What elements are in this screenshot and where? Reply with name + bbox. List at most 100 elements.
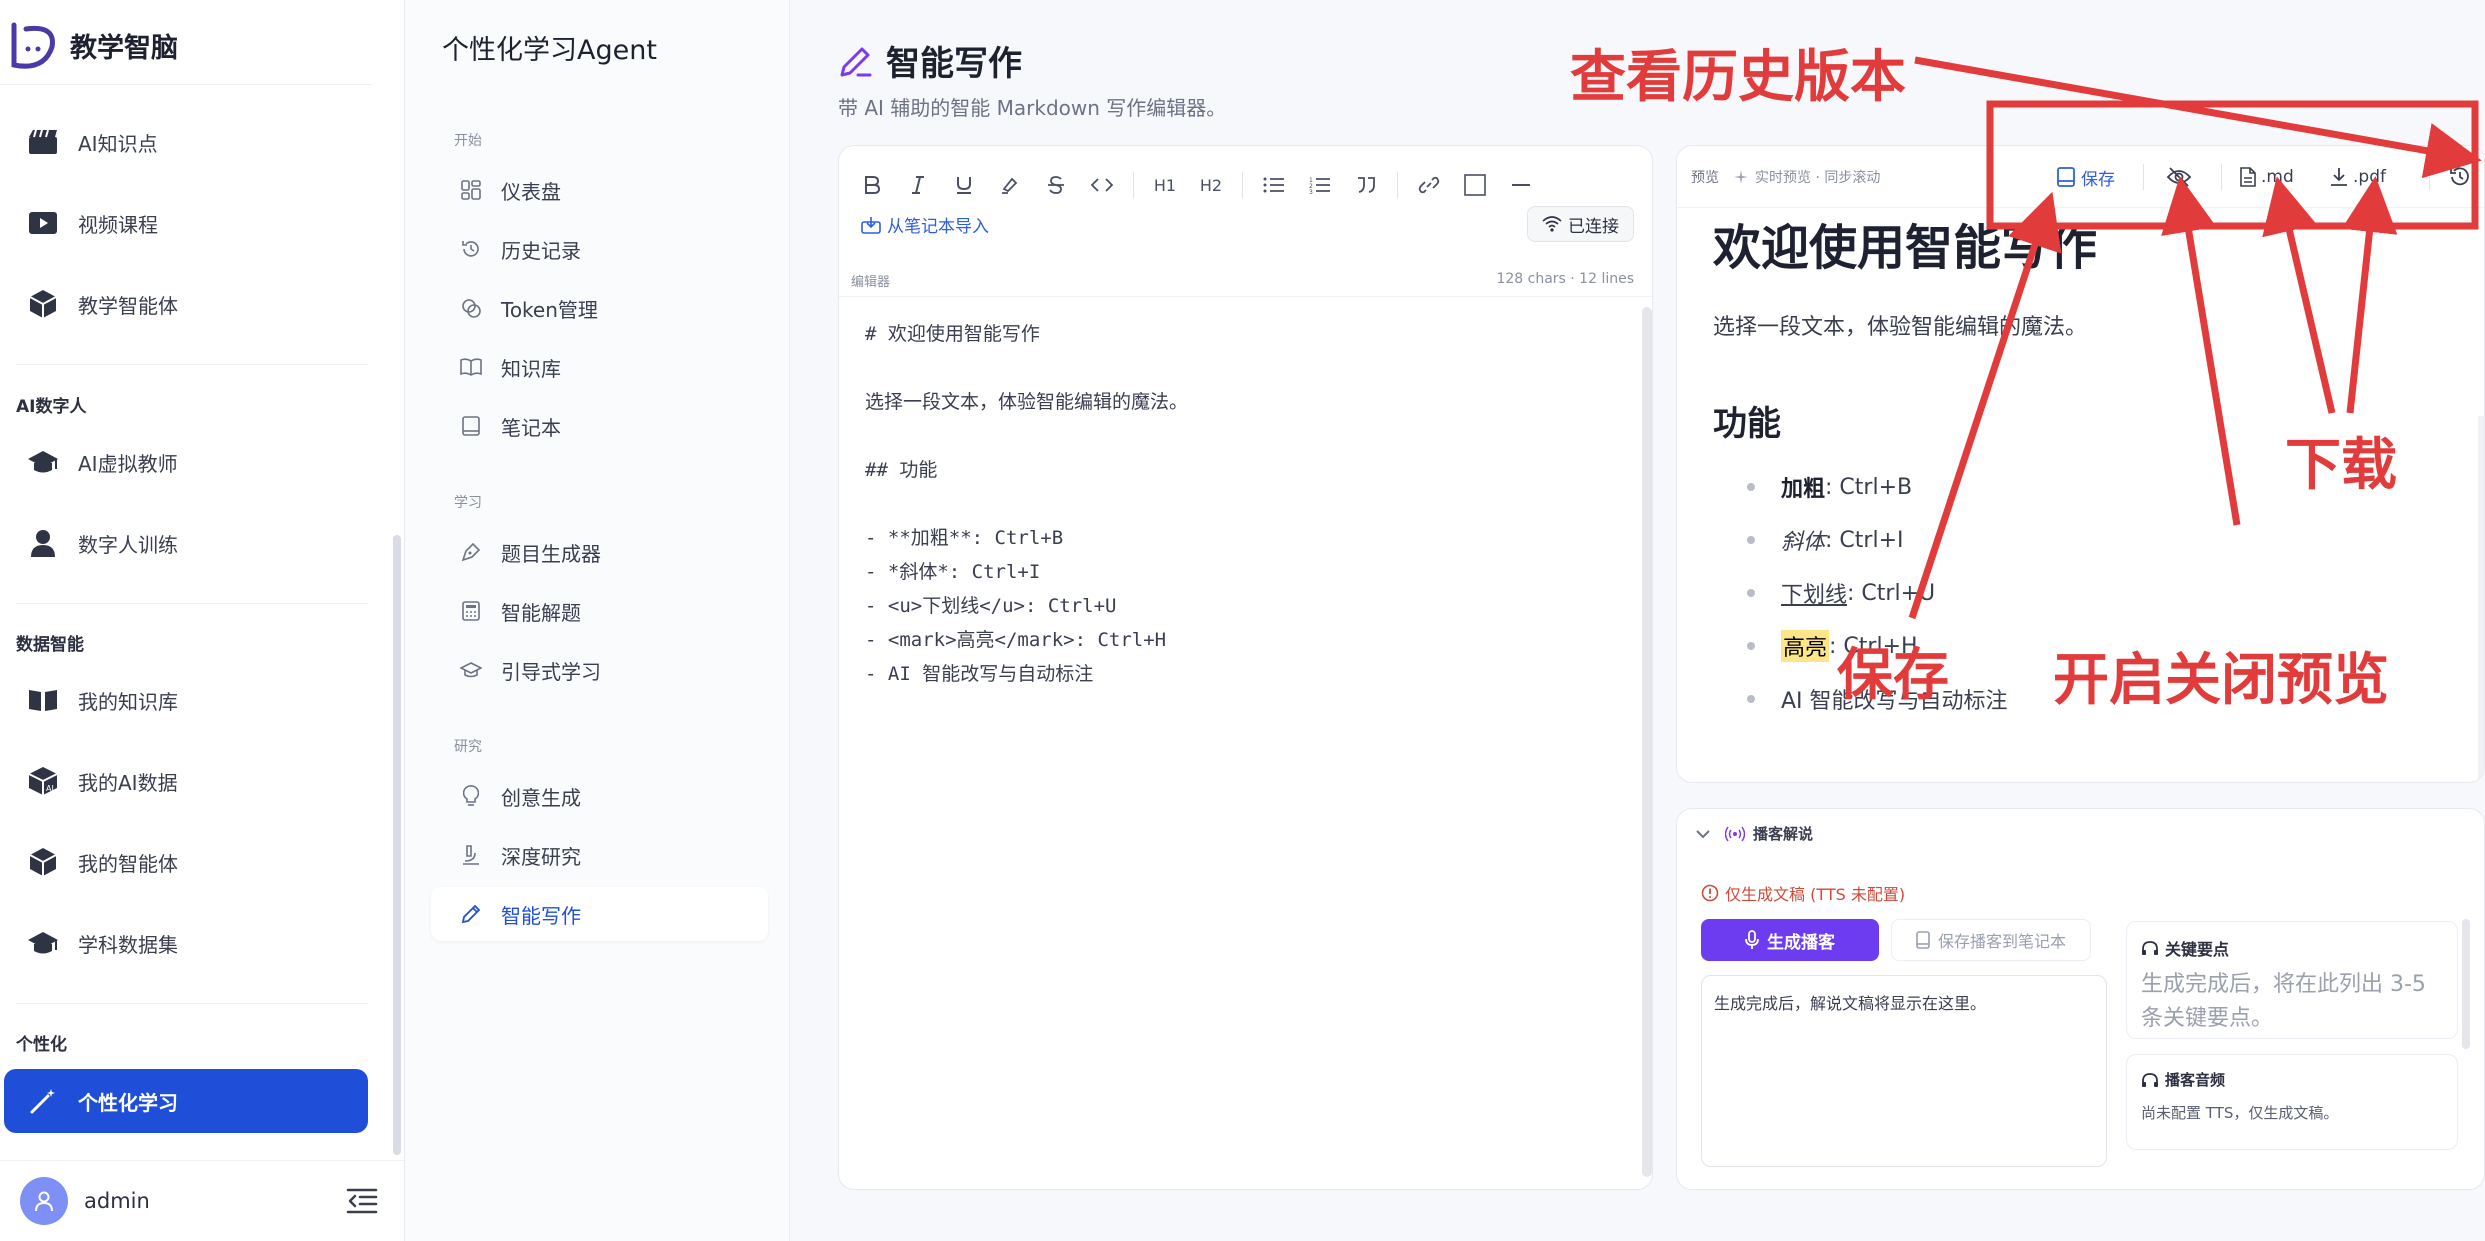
agent-panel-title: 个性化学习Agent [442, 35, 657, 66]
table-icon[interactable] [1456, 166, 1494, 204]
sidebar-item-label: 学科数据集 [78, 932, 178, 957]
bold-text: 加粗 [1781, 477, 1826, 502]
download-pdf-button[interactable]: .pdf [2329, 162, 2386, 192]
agent-item-history[interactable]: 历史记录 [431, 222, 768, 276]
preview-list-item: 加粗: Ctrl+B [1747, 471, 1912, 503]
italic-icon[interactable] [899, 166, 937, 204]
podcast-script-placeholder: 生成完成后，解说文稿将显示在这里。 [1714, 994, 1987, 1013]
key-points-header: 关键要点 [2141, 936, 2443, 960]
editor-line: 选择一段文本，体验智能编辑的魔法。 [865, 391, 1189, 413]
agent-item-dashboard[interactable]: 仪表盘 [431, 163, 768, 217]
avatar[interactable] [20, 1177, 68, 1225]
agent-item-guided-learning[interactable]: 引导式学习 [431, 643, 768, 697]
sidebar-item-ai-virtual-teacher[interactable]: AI虚拟教师 [4, 430, 368, 494]
toolbar-separator [2429, 164, 2430, 190]
headphones-icon [2142, 1072, 2158, 1087]
agent-item-smart-writing[interactable]: 智能写作 [431, 887, 768, 941]
import-icon [861, 216, 881, 234]
agent-item-smart-solver[interactable]: 智能解题 [431, 584, 768, 638]
agent-item-token[interactable]: Token管理 [431, 281, 768, 335]
live-preview-status: 实时预览 · 同步滚动 [1733, 167, 1880, 187]
underline-icon[interactable] [945, 166, 983, 204]
alert-circle-icon [1701, 884, 1719, 902]
coins-icon [459, 296, 483, 320]
editor-line: - <mark>高亮</mark>: Ctrl+H [865, 629, 1167, 651]
agent-item-idea-generation[interactable]: 创意生成 [431, 769, 768, 823]
sidebar-item-my-agent[interactable]: 我的智能体 [4, 830, 368, 894]
agent-item-label: 知识库 [501, 356, 561, 381]
sidebar-item-video-course[interactable]: 视频课程 [4, 191, 368, 255]
link-icon[interactable] [1410, 166, 1448, 204]
sidebar-item-my-knowledge-base[interactable]: 我的知识库 [4, 668, 368, 732]
annotation-save: 保存 [1837, 643, 1949, 708]
markdown-editor[interactable]: # 欢迎使用智能写作 选择一段文本，体验智能编辑的魔法。 ## 功能 - **加… [839, 296, 1652, 1189]
agent-item-notebook[interactable]: 笔记本 [431, 399, 768, 453]
editor-scrollbar[interactable] [1642, 307, 1652, 1177]
sidebar-scrollbar[interactable] [393, 535, 401, 1155]
sidebar-item-subject-dataset[interactable]: 学科数据集 [4, 911, 368, 975]
podcast-header[interactable]: 播客解说 [1695, 823, 1813, 844]
user-name: admin [84, 1189, 150, 1213]
toggle-preview-button[interactable] [2167, 162, 2191, 192]
bullet-list-icon[interactable] [1255, 166, 1293, 204]
graduation-cap-icon [459, 658, 483, 682]
agent-item-knowledge-base[interactable]: 知识库 [431, 340, 768, 394]
preview-label: 预览 [1691, 169, 1719, 186]
microscope-icon [459, 843, 483, 867]
user-profile[interactable]: admin [0, 1160, 404, 1241]
code-icon[interactable] [1083, 166, 1121, 204]
preview-scrollbar[interactable] [2478, 416, 2484, 782]
user-icon [35, 1191, 53, 1212]
history-icon [2450, 167, 2469, 186]
agent-item-question-generator[interactable]: 题目生成器 [431, 525, 768, 579]
agent-item-label: 仪表盘 [501, 179, 561, 204]
podcast-warning-text: 仅生成文稿 (TTS 未配置) [1725, 885, 1906, 904]
ai-cube-icon: AI [26, 764, 60, 798]
microphone-icon [1745, 930, 1759, 949]
quote-icon[interactable] [1347, 166, 1385, 204]
editor-label: 编辑器 [851, 275, 891, 290]
podcast-card: 播客解说 仅生成文稿 (TTS 未配置) 生成播客 保存播客到笔记本 生成完成后… [1676, 808, 2485, 1190]
preview-heading-1: 欢迎使用智能写作 [1713, 220, 2098, 276]
video-play-icon [26, 206, 60, 240]
toolbar-separator [1397, 172, 1398, 198]
sidebar-item-personalized-learning[interactable]: 个性化学习 [4, 1069, 368, 1133]
sidebar-item-teaching-agent[interactable]: 教学智能体 [4, 272, 368, 336]
podcast-scrollbar[interactable] [2462, 919, 2470, 1049]
book-icon [459, 355, 483, 379]
clapperboard-icon [26, 125, 60, 159]
download-md-button[interactable]: .md [2239, 162, 2294, 192]
version-history-button[interactable] [2449, 162, 2471, 192]
collapse-sidebar-icon[interactable] [346, 1187, 378, 1215]
podcast-script-textarea[interactable]: 生成完成后，解说文稿将显示在这里。 [1701, 975, 2107, 1167]
sidebar-group-title: 数据智能 [16, 635, 84, 655]
preview-paragraph: 选择一段文本，体验智能编辑的魔法。 [1713, 315, 2088, 340]
annotation-history: 查看历史版本 [1570, 45, 1906, 110]
sidebar-item-label: 我的知识库 [78, 689, 178, 714]
bullet [1747, 589, 1755, 597]
heading2-icon[interactable]: H2 [1192, 166, 1230, 204]
sidebar-item-label: 我的智能体 [78, 851, 178, 876]
strikethrough-icon[interactable] [1037, 166, 1075, 204]
connection-status-badge[interactable]: 已连接 [1527, 206, 1634, 242]
import-from-notebook-link[interactable]: 从笔记本导入 [861, 212, 989, 237]
bold-icon[interactable] [853, 166, 891, 204]
agent-item-deep-research[interactable]: 深度研究 [431, 828, 768, 882]
sidebar-item-my-ai-data[interactable]: AI 我的AI数据 [4, 749, 368, 813]
heading1-icon[interactable]: H1 [1146, 166, 1184, 204]
brand[interactable]: 教学智脑 [0, 10, 178, 80]
generate-podcast-button[interactable]: 生成播客 [1701, 919, 1879, 961]
editor-stats: 128 chars · 12 lines [1496, 271, 1634, 287]
ordered-list-icon[interactable]: 123 [1301, 166, 1339, 204]
podcast-audio-header: 播客音频 [2141, 1069, 2443, 1090]
sidebar-item-ai-knowledge[interactable]: AI知识点 [4, 110, 368, 174]
highlighter-icon[interactable] [991, 166, 1029, 204]
toolbar-separator [1242, 172, 1243, 198]
notebook-icon [2057, 167, 2075, 187]
horizontal-rule-icon[interactable] [1502, 166, 1540, 204]
save-podcast-button[interactable]: 保存播客到笔记本 [1891, 919, 2091, 961]
editor-line: # 欢迎使用智能写作 [865, 323, 1040, 345]
main-sidebar: 教学智脑 AI知识点 视频课程 教学智能体 AI数字人 AI虚拟教师 数字人训练… [0, 0, 405, 1241]
sidebar-item-digital-human-training[interactable]: 数字人训练 [4, 511, 368, 575]
save-button[interactable]: 保存 [2057, 162, 2115, 192]
